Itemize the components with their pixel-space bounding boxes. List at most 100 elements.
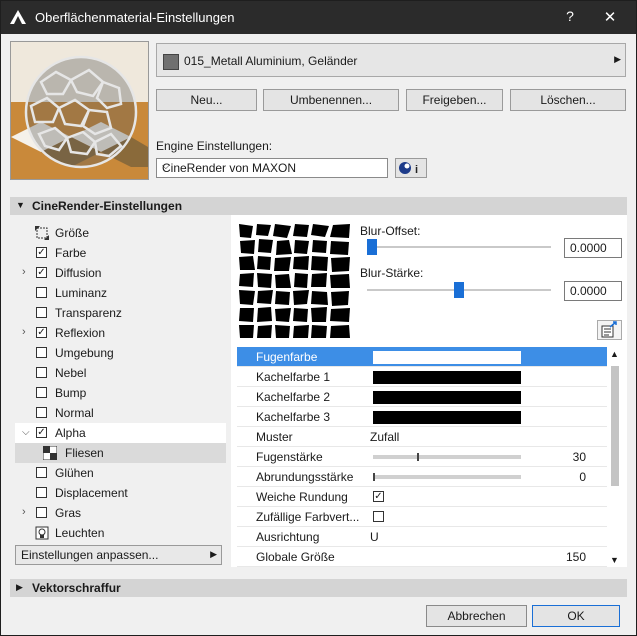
channel-label: Luminanz	[55, 286, 108, 300]
property-row-tile-color-2[interactable]: Kachelfarbe 2	[237, 387, 607, 407]
scroll-down-icon[interactable]: ▼	[610, 555, 619, 565]
channel-item-alpha[interactable]: ⌵ ✓ Alpha	[15, 423, 226, 443]
joint-width-slider[interactable]	[373, 455, 521, 459]
title-bar: Oberflächenmaterial-Einstellungen ? ✕	[1, 1, 636, 34]
window-title: Oberflächenmaterial-Einstellungen	[35, 10, 235, 25]
joint-width-value[interactable]: 30	[573, 450, 586, 464]
property-row-global-size[interactable]: Globale Größe 150	[237, 547, 607, 567]
new-button[interactable]: Neu...	[156, 89, 257, 111]
channel-checkbox[interactable]: ✓	[36, 427, 47, 438]
channel-item-color[interactable]: ✓ Farbe	[15, 243, 226, 263]
material-swatch	[163, 54, 179, 70]
vector-hatching-section-title: Vektorschraffur	[32, 581, 121, 595]
property-row-joint-color[interactable]: Fugenfarbe	[237, 347, 607, 367]
channel-label: Alpha	[55, 426, 86, 440]
blur-offset-slider-thumb[interactable]	[367, 239, 377, 255]
rename-button[interactable]: Umbenennen...	[263, 89, 399, 111]
property-row-tile-color-1[interactable]: Kachelfarbe 1	[237, 367, 607, 387]
property-key: Muster	[256, 430, 293, 444]
channel-item-size[interactable]: Größe	[15, 223, 226, 243]
soft-rounding-checkbox[interactable]: ✓	[373, 491, 384, 502]
properties-scrollbar[interactable]: ▲ ▼	[607, 347, 623, 567]
chevron-down-icon[interactable]: ⌵	[22, 427, 30, 438]
channel-item-reflection[interactable]: › ✓ Reflexion	[15, 323, 226, 343]
channel-item-illumination[interactable]: Leuchten	[15, 523, 226, 543]
global-size-value[interactable]: 150	[566, 550, 586, 564]
scroll-up-icon[interactable]: ▲	[610, 349, 619, 359]
random-color-checkbox[interactable]	[373, 511, 384, 522]
material-selector[interactable]: 015_Metall Aluminium, Geländer ▶	[156, 43, 626, 77]
channel-checkbox[interactable]	[36, 367, 47, 378]
blur-strength-label: Blur-Stärke:	[360, 266, 424, 280]
channel-checkbox[interactable]	[36, 307, 47, 318]
channel-label: Bump	[55, 386, 87, 400]
channel-checkbox[interactable]	[36, 387, 47, 398]
blur-strength-input[interactable]: 0.0000	[564, 281, 622, 301]
property-row-joint-width[interactable]: Fugenstärke 30	[237, 447, 607, 467]
export-icon	[601, 321, 617, 338]
joint-width-slider-marker[interactable]	[416, 453, 419, 461]
help-button[interactable]: ?	[561, 8, 579, 26]
tile-color-1-swatch[interactable]	[373, 371, 521, 384]
blur-offset-input[interactable]: 0.0000	[564, 238, 622, 258]
channel-item-luminance[interactable]: Luminanz	[15, 283, 226, 303]
property-row-tile-color-3[interactable]: Kachelfarbe 3	[237, 407, 607, 427]
rounding-slider[interactable]	[373, 475, 521, 479]
property-row-pattern[interactable]: Muster Zufall	[237, 427, 607, 447]
chevron-right-icon[interactable]: ›	[22, 266, 26, 278]
pattern-value[interactable]: Zufall	[370, 430, 399, 444]
channel-label: Diffusion	[55, 266, 102, 280]
channel-item-transparency[interactable]: Transparenz	[15, 303, 226, 323]
customize-settings-button[interactable]: Einstellungen anpassen... ▶	[15, 545, 222, 565]
property-row-rounding[interactable]: Abrundungsstärke 0	[237, 467, 607, 487]
triangle-down-icon: ▼	[16, 200, 25, 210]
property-row-random-color[interactable]: Zufällige Farbvert...	[237, 507, 607, 527]
channel-checkbox[interactable]	[36, 467, 47, 478]
channel-checkbox[interactable]	[36, 407, 47, 418]
channel-item-diffusion[interactable]: › ✓ Diffusion	[15, 263, 226, 283]
channel-checkbox[interactable]: ✓	[36, 327, 47, 338]
channel-checkbox[interactable]	[36, 507, 47, 518]
channel-checkbox[interactable]	[36, 347, 47, 358]
channel-checkbox[interactable]	[36, 487, 47, 498]
chevron-right-icon[interactable]: ›	[22, 326, 26, 338]
channel-checkbox[interactable]	[36, 287, 47, 298]
engine-select[interactable]: CineRender von MAXON ⌵	[156, 158, 388, 178]
engine-info-button[interactable]: i	[395, 158, 427, 178]
channel-item-tiles[interactable]: Fliesen	[15, 443, 226, 463]
orientation-value[interactable]: U	[370, 530, 379, 544]
channel-item-bump[interactable]: Bump	[15, 383, 226, 403]
property-key: Kachelfarbe 2	[256, 390, 331, 404]
property-row-orientation[interactable]: Ausrichtung U	[237, 527, 607, 547]
cancel-button[interactable]: Abbrechen	[426, 605, 527, 627]
dialog-window: Oberflächenmaterial-Einstellungen ? ✕ 01…	[0, 0, 637, 636]
channel-item-glow[interactable]: Glühen	[15, 463, 226, 483]
channel-item-normal[interactable]: Normal	[15, 403, 226, 423]
rounding-value[interactable]: 0	[579, 470, 586, 484]
vector-hatching-section-header[interactable]: ▶ Vektorschraffur	[10, 579, 627, 597]
channel-label: Normal	[55, 406, 94, 420]
tile-color-2-swatch[interactable]	[373, 391, 521, 404]
blur-strength-slider-thumb[interactable]	[454, 282, 464, 298]
export-settings-button[interactable]	[597, 320, 622, 340]
joint-color-swatch[interactable]	[373, 351, 521, 364]
property-key: Abrundungsstärke	[256, 470, 354, 484]
channel-item-displacement[interactable]: Displacement	[15, 483, 226, 503]
tile-color-3-swatch[interactable]	[373, 411, 521, 424]
ok-button[interactable]: OK	[532, 605, 620, 627]
share-button[interactable]: Freigeben...	[406, 89, 503, 111]
channel-checkbox[interactable]: ✓	[36, 247, 47, 258]
chevron-right-icon[interactable]: ›	[22, 506, 26, 518]
rounding-slider-marker[interactable]	[373, 473, 375, 481]
scrollbar-thumb[interactable]	[611, 366, 619, 486]
channel-item-environment[interactable]: Umgebung	[15, 343, 226, 363]
cinerender-section-header[interactable]: ▼ CineRender-Einstellungen	[10, 197, 627, 215]
channel-checkbox[interactable]: ✓	[36, 267, 47, 278]
tile-properties-table: Fugenfarbe Kachelfarbe 1 Kachelfarbe 2 K…	[237, 347, 607, 567]
delete-button[interactable]: Löschen...	[510, 89, 626, 111]
close-button[interactable]: ✕	[601, 8, 619, 26]
channel-item-grass[interactable]: › Gras	[15, 503, 226, 523]
property-row-soft-rounding[interactable]: Weiche Rundung ✓	[237, 487, 607, 507]
channel-item-fog[interactable]: Nebel	[15, 363, 226, 383]
blur-offset-slider[interactable]	[367, 246, 551, 248]
